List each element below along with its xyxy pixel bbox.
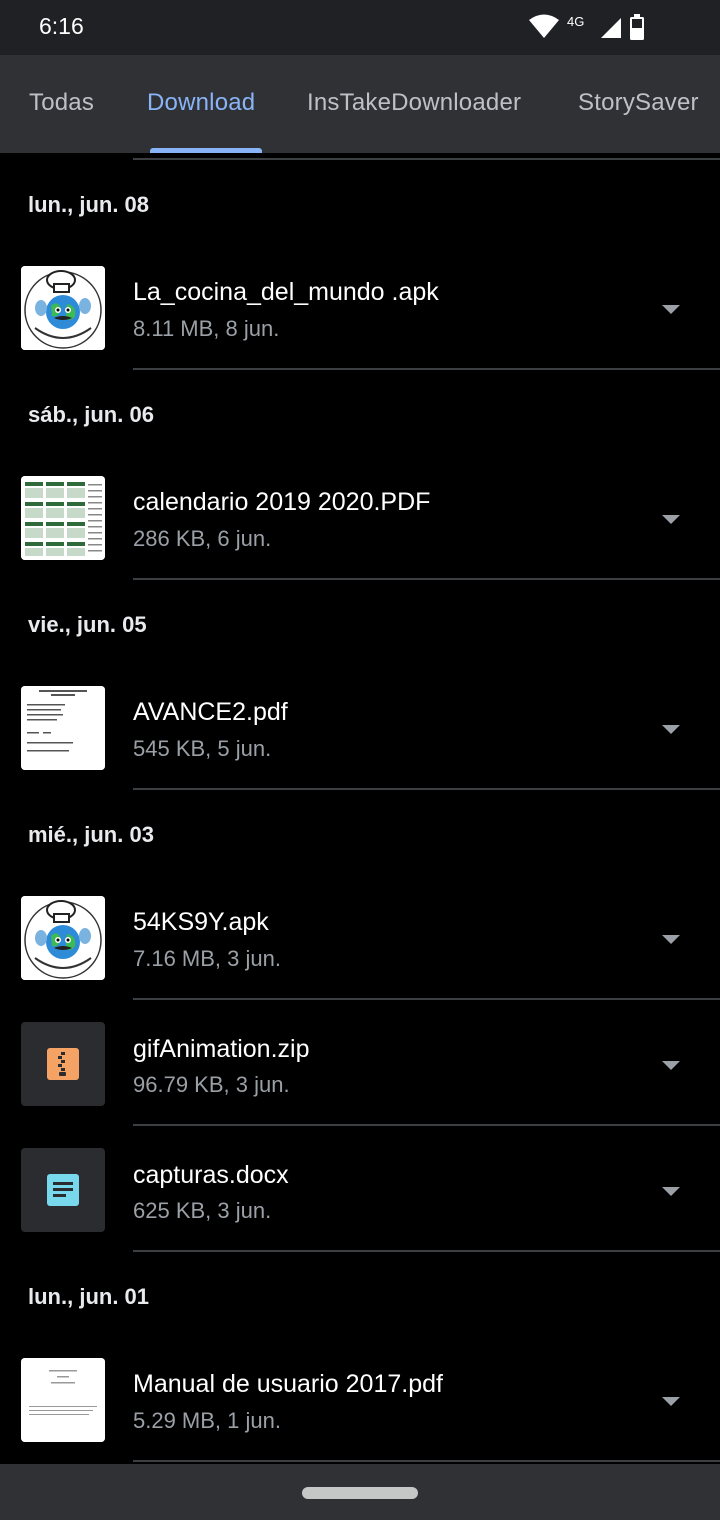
home-gesture-handle[interactable] [302, 1487, 418, 1499]
date-header: lun., jun. 08 [28, 192, 150, 217]
file-thumbnail [21, 686, 105, 770]
divider [133, 368, 720, 370]
category-tabs: Todas Download InsTakeDownloader StorySa… [0, 55, 720, 153]
file-name: 54KS9Y.apk [133, 908, 269, 936]
document-icon [47, 1174, 79, 1206]
file-meta: 8.11 MB, 8 jun. [133, 316, 280, 341]
file-meta: 286 KB, 6 jun. [133, 526, 272, 551]
file-name: capturas.docx [133, 1161, 289, 1189]
list-item[interactable]: Manual de usuario 2017.pdf 5.29 MB, 1 ju… [0, 1343, 720, 1461]
date-header: mié., jun. 03 [28, 822, 154, 847]
navigation-bar [0, 1464, 720, 1520]
file-thumbnail [21, 476, 105, 560]
file-thumbnail [21, 1022, 105, 1106]
status-icons: 4G [529, 12, 680, 44]
divider [133, 1250, 720, 1252]
tab-todas[interactable]: Todas [29, 89, 94, 117]
wifi-icon [529, 14, 559, 38]
chevron-down-icon[interactable] [662, 515, 680, 525]
file-list: lun., jun. 08 La_cocina_del_mundo .apk 8… [0, 153, 720, 1464]
zip-icon [47, 1048, 79, 1080]
file-meta: 7.16 MB, 3 jun. [133, 946, 281, 971]
file-meta: 96.79 KB, 3 jun. [133, 1072, 290, 1097]
file-name: Manual de usuario 2017.pdf [133, 1370, 443, 1398]
file-name: AVANCE2.pdf [133, 698, 288, 726]
file-thumbnail [21, 1148, 105, 1232]
date-header: vie., jun. 05 [28, 612, 147, 637]
list-item[interactable]: capturas.docx 625 KB, 3 jun. [0, 1126, 720, 1252]
divider [133, 1460, 720, 1462]
file-thumbnail [21, 1358, 105, 1442]
file-meta: 545 KB, 5 jun. [133, 736, 272, 761]
divider [133, 158, 720, 160]
file-meta: 625 KB, 3 jun. [133, 1198, 272, 1223]
status-bar: 6:16 4G [0, 0, 720, 55]
chevron-down-icon[interactable] [662, 935, 680, 945]
file-name: La_cocina_del_mundo .apk [133, 278, 439, 306]
cocina-logo-icon [21, 896, 105, 980]
divider [133, 788, 720, 790]
file-name: calendario 2019 2020.PDF [133, 488, 431, 516]
file-thumbnail [21, 896, 105, 980]
battery-icon [630, 14, 644, 40]
chevron-down-icon[interactable] [662, 725, 680, 735]
file-meta: 5.29 MB, 1 jun. [133, 1408, 281, 1433]
document-pdf-icon [21, 686, 105, 770]
cocina-logo-icon [21, 266, 105, 350]
file-name: gifAnimation.zip [133, 1035, 310, 1063]
status-time: 6:16 [39, 13, 84, 39]
chevron-down-icon[interactable] [662, 1397, 680, 1407]
chevron-down-icon[interactable] [662, 1187, 680, 1197]
tab-storysaver[interactable]: StorySaver [578, 89, 699, 117]
cell-signal-icon [601, 18, 621, 38]
divider [133, 578, 720, 580]
calendar-pdf-icon [21, 476, 105, 560]
list-item[interactable]: 54KS9Y.apk 7.16 MB, 3 jun. [0, 881, 720, 999]
date-header: sáb., jun. 06 [28, 402, 154, 427]
chevron-down-icon[interactable] [662, 305, 680, 315]
chevron-down-icon[interactable] [662, 1061, 680, 1071]
manual-pdf-icon [21, 1358, 105, 1442]
network-type-label: 4G [567, 14, 585, 29]
list-item[interactable]: AVANCE2.pdf 545 KB, 5 jun. [0, 671, 720, 789]
date-header: lun., jun. 01 [28, 1284, 150, 1309]
list-item[interactable]: calendario 2019 2020.PDF 286 KB, 6 jun. [0, 461, 720, 579]
list-item[interactable]: La_cocina_del_mundo .apk 8.11 MB, 8 jun. [0, 251, 720, 369]
file-thumbnail [21, 266, 105, 350]
tab-download[interactable]: Download [147, 89, 255, 117]
list-item[interactable]: gifAnimation.zip 96.79 KB, 3 jun. [0, 1000, 720, 1126]
tab-instakedownloader[interactable]: InsTakeDownloader [307, 89, 521, 117]
